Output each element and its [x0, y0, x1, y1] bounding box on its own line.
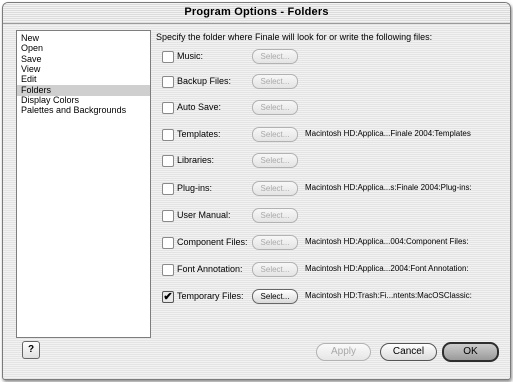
apply-button[interactable]: Apply: [316, 343, 371, 361]
folder-checkbox[interactable]: [162, 129, 174, 141]
folder-checkbox[interactable]: [162, 183, 174, 195]
folder-path: Macintosh HD:Trash:Fi...ntents:MacOSClas…: [305, 291, 472, 300]
select-folder-button[interactable]: Select...: [252, 127, 298, 142]
select-folder-button[interactable]: Select...: [252, 153, 298, 168]
folder-checkbox[interactable]: [162, 51, 174, 63]
select-folder-button[interactable]: Select...: [252, 289, 298, 304]
folder-label: Component Files:: [177, 237, 248, 247]
folder-label: Backup Files:: [177, 76, 232, 86]
select-folder-button[interactable]: Select...: [252, 74, 298, 89]
folder-path: Macintosh HD:Applica...Finale 2004:Templ…: [305, 129, 471, 138]
select-folder-button[interactable]: Select...: [252, 262, 298, 277]
select-folder-button[interactable]: Select...: [252, 208, 298, 223]
folder-label: Plug-ins:: [177, 183, 213, 193]
folder-path: Macintosh HD:Applica...2004:Font Annotat…: [305, 264, 469, 273]
program-options-window: Program Options - Folders New Open Save Vie…: [2, 2, 511, 380]
category-list[interactable]: New Open Save View Edit Folders Display Colors…: [16, 30, 151, 338]
window-title: Program Options - Folders: [184, 6, 329, 18]
folder-label: Font Annotation:: [177, 264, 243, 274]
folder-path: Macintosh HD:Applica...004:Component Fil…: [305, 237, 469, 246]
folder-checkbox[interactable]: [162, 264, 174, 276]
select-folder-button[interactable]: Select...: [252, 100, 298, 115]
folder-checkbox[interactable]: [162, 102, 174, 114]
folder-label: Templates:: [177, 129, 221, 139]
folder-label: Libraries:: [177, 155, 215, 165]
folder-path: Macintosh HD:Applica...s:Finale 2004:Plu…: [305, 183, 472, 192]
ok-button[interactable]: OK: [442, 342, 499, 362]
folder-checkbox[interactable]: [162, 237, 174, 249]
folder-label: User Manual:: [177, 210, 231, 220]
select-folder-button[interactable]: Select...: [252, 235, 298, 250]
folder-label: Music:: [177, 51, 204, 61]
folder-checkbox[interactable]: [162, 155, 174, 167]
select-folder-button[interactable]: Select...: [252, 49, 298, 64]
folder-checkbox[interactable]: [162, 210, 174, 222]
cancel-button[interactable]: Cancel: [380, 343, 437, 361]
instructions-text: Specify the folder where Finale will loo…: [156, 32, 433, 42]
help-button[interactable]: ?: [22, 341, 40, 359]
folder-checkbox[interactable]: ✔: [162, 291, 174, 303]
title-bar[interactable]: Program Options - Folders: [3, 3, 510, 24]
folder-checkbox[interactable]: [162, 76, 174, 88]
sidebar-item[interactable]: Palettes and Backgrounds: [17, 105, 150, 116]
folder-label: Temporary Files:: [177, 291, 244, 301]
select-folder-button[interactable]: Select...: [252, 181, 298, 196]
folder-label: Auto Save:: [177, 102, 222, 112]
